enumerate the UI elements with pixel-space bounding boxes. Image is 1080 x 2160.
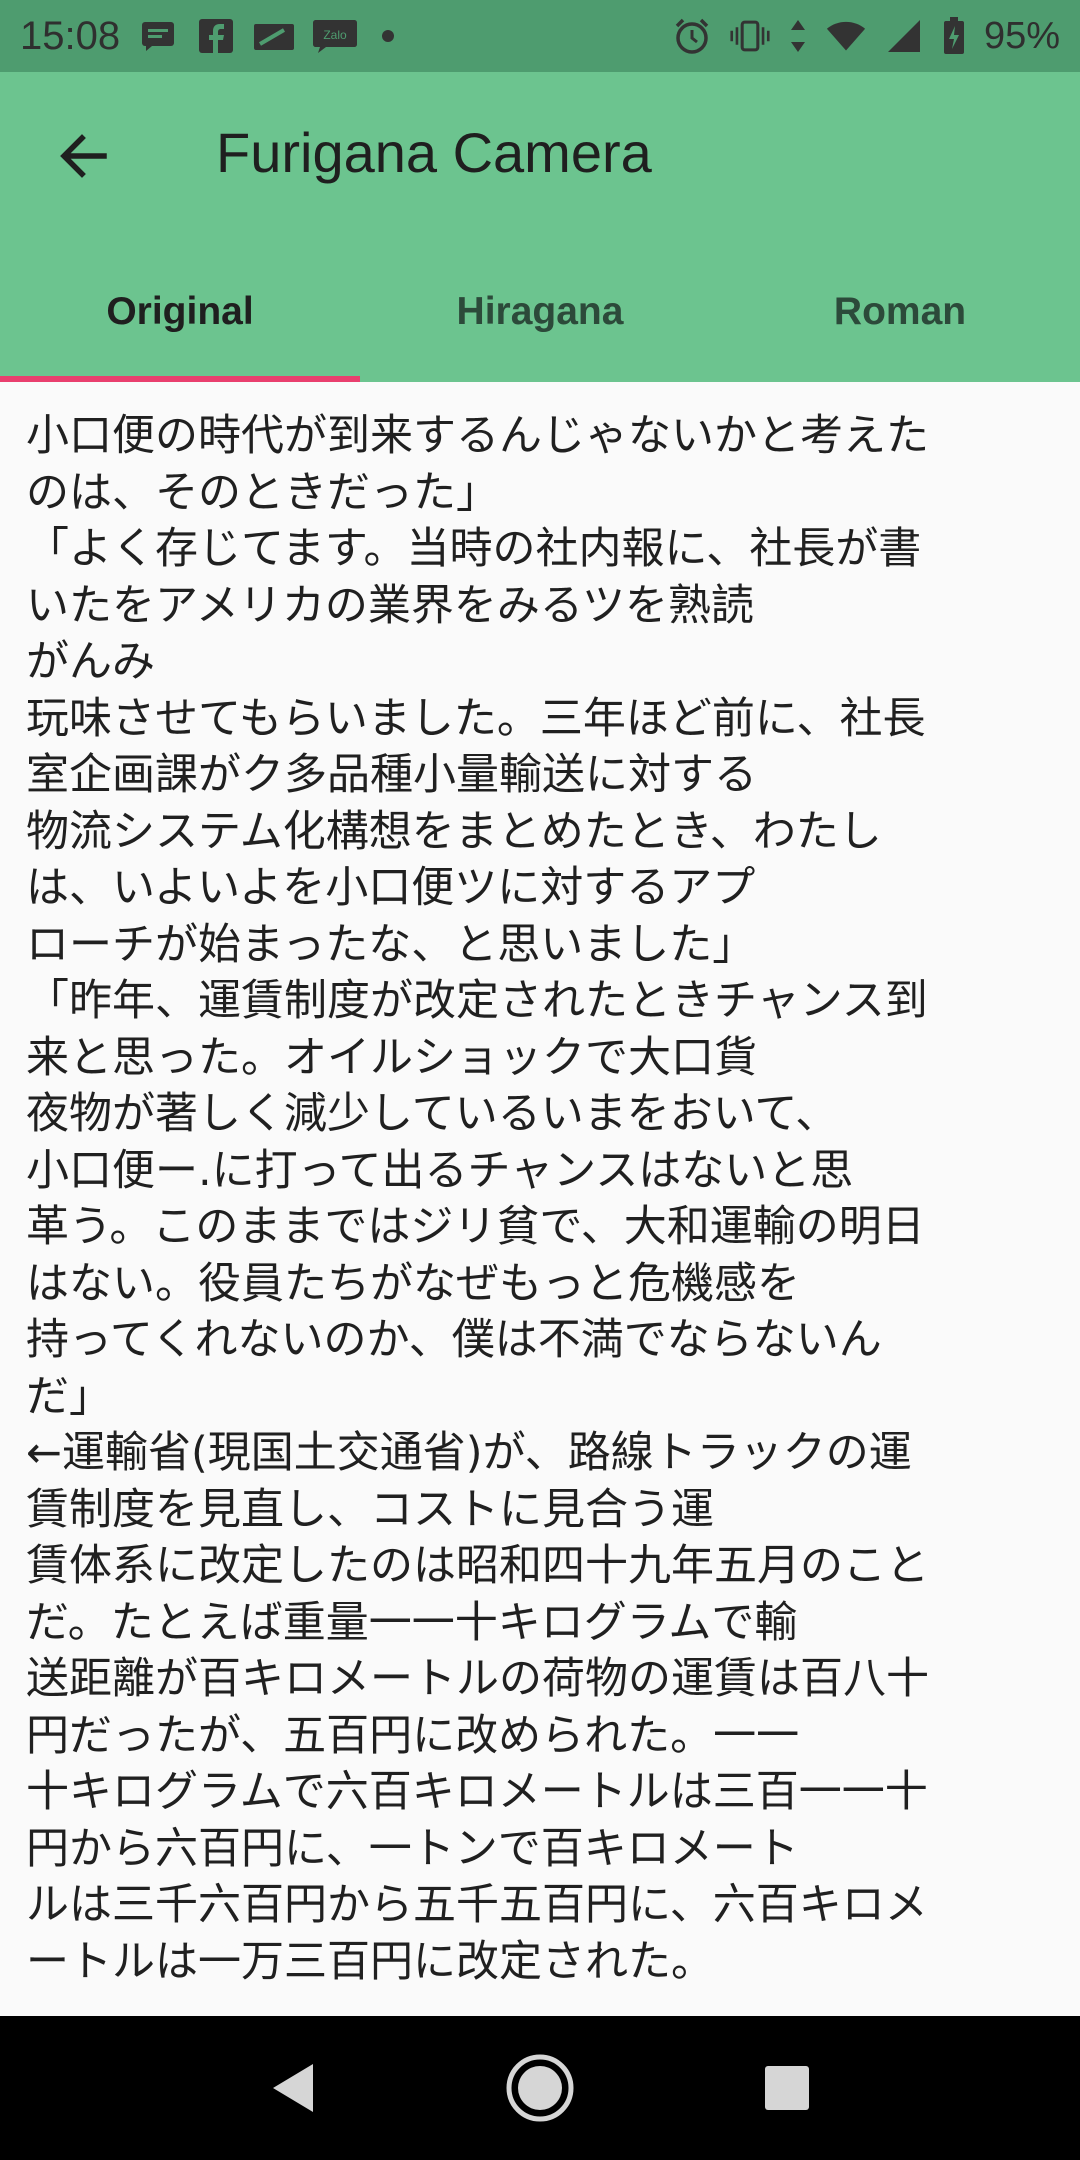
home-circle-icon: [506, 2054, 574, 2122]
zalo-icon: Zalo: [312, 16, 358, 56]
nav-back-button[interactable]: [245, 2040, 341, 2136]
text-line: 小口便の時代が到来するんじゃないかと考えた: [26, 411, 929, 461]
recognized-text-area[interactable]: 小口便の時代が到来するんじゃないかと考えた のは、そのときだった」 「よく存じて…: [0, 382, 1080, 1986]
text-line: 送距離が百キロメートルの荷物の運賃は百八十: [26, 1654, 929, 1704]
battery-charging-icon: [942, 16, 966, 56]
text-line: 円だったが、五百円に改められた。一一: [26, 1710, 800, 1761]
arrow-back-icon: [60, 134, 107, 178]
back-button[interactable]: [40, 112, 128, 200]
page-title: Furigana Camera: [216, 121, 652, 184]
text-line: 物流システム化構想をまとめたとき、わたし: [26, 806, 882, 857]
status-time: 15:08: [20, 13, 121, 58]
text-line: 「昨年、運賃制度が改定されたときチャンス到: [26, 976, 928, 1026]
text-line: 「よく存じてます。当時の社内報に、社長が書: [26, 524, 922, 574]
text-line: のは、そのときだった」: [26, 467, 499, 518]
text-line: 小口便ー.に打って出るチャンスはないと思: [26, 1145, 854, 1196]
vibrate-icon: [730, 16, 770, 56]
text-line: いたをアメリカの業界をみるツを熟読: [26, 580, 754, 631]
text-line: 十キログラムで六百キロメートルは三百一一十: [26, 1767, 928, 1817]
text-line: だ。たとえば重量一一十キログラムで輸: [26, 1597, 798, 1648]
svg-text:Zalo: Zalo: [323, 28, 347, 42]
back-triangle-icon: [273, 2064, 314, 2112]
text-line: 賃制度を見直し、コストに見合う運: [26, 1484, 714, 1535]
text-line: 円から六百円に、一トンで百キロメート: [26, 1823, 799, 1874]
nav-recents-button[interactable]: [739, 2040, 835, 2136]
alarm-icon: [672, 16, 712, 56]
status-bar-right: 95%: [672, 15, 1060, 58]
tab-roman[interactable]: Roman: [720, 242, 1080, 382]
app-bar: Furigana Camera: [0, 72, 1080, 242]
text-line: ←運輸省(現国土交通省)が、路線トラックの運: [26, 1428, 912, 1478]
system-nav-bar: [0, 2016, 1080, 2160]
facebook-icon: [196, 16, 236, 56]
data-arrows-icon: [788, 16, 808, 56]
text-line: ローチが始まったな、と思いました」: [26, 919, 756, 970]
nav-home-button[interactable]: [492, 2040, 588, 2136]
text-line: 持ってくれないのか、僕は不満でならないん: [26, 1315, 882, 1365]
status-bar: 15:08 Zalo 95%: [0, 0, 1080, 72]
text-line: はない。役員たちがなぜもっと危機感を: [26, 1258, 800, 1309]
signal-icon: [884, 16, 924, 56]
text-line: 夜物が著しく減少しているいまをおいて、: [26, 1089, 839, 1139]
text-line: ートルは一万三百円に改定された。: [26, 1936, 714, 1987]
wifi-icon: [826, 16, 866, 56]
text-line: 賃体系に改定したのは昭和四十九年五月のこと: [26, 1541, 929, 1591]
text-line: 革う。このままではジリ貧で、大和運輸の明日: [26, 1202, 925, 1252]
battery-percentage: 95%: [983, 14, 1060, 57]
text-line: がんみ: [26, 637, 155, 687]
tab-hiragana[interactable]: Hiragana: [360, 242, 720, 382]
sim-icon: [254, 16, 295, 56]
text-line: ルは三千六百円から五千五百円に、六百キロメ: [26, 1880, 928, 1930]
status-bar-left: 15:08 Zalo: [20, 13, 395, 59]
text-line: だ」: [26, 1371, 112, 1422]
tab-bar: Original Hiragana Roman: [0, 242, 1080, 382]
text-line: 来と思った。オイルショックで大口貨: [26, 1032, 757, 1083]
text-line: 室企画課がク多品種小量輸送に対する: [26, 750, 757, 800]
text-line: 玩味させてもらいました。三年ほど前に、社長: [26, 693, 926, 744]
recents-square-icon: [764, 2066, 809, 2110]
tab-original[interactable]: Original: [0, 242, 360, 382]
message-icon: [138, 16, 178, 56]
more-notifications-dot: [382, 30, 395, 42]
text-line: は、いよいよを小口便ツに対するアプ: [26, 863, 756, 913]
